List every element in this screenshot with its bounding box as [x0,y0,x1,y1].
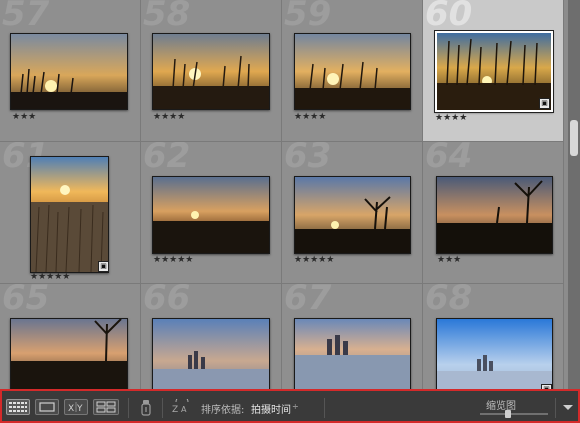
grid-cell-58[interactable]: 58 ★★★★ [141,0,282,142]
thumbnail[interactable] [294,176,411,254]
thumbnail[interactable] [10,318,128,389]
toolbar-divider [555,398,556,418]
star-rating: ★★★★★ [153,255,194,265]
thumbnail[interactable] [30,156,109,273]
thumbnail[interactable] [294,318,411,389]
loupe-view-button[interactable] [35,399,59,415]
grid-cell-61[interactable]: 61 ▣ ★★★★★ [0,142,141,284]
grid-view-icon [9,402,27,412]
painter-icon [141,400,151,416]
star-rating: ★★★★★ [294,255,335,265]
cell-number: 57 [2,0,50,34]
grid-cell-59[interactable]: 59 ★★★★ [282,0,423,142]
thumbnail[interactable] [152,33,270,110]
cell-number: 66 [143,284,191,318]
cell-number: 62 [143,142,191,176]
vertical-scrollbar[interactable] [568,0,580,389]
grid-cell-62[interactable]: 62 ★★★★★ [141,142,282,284]
toolbar-divider [128,398,129,418]
scrollbar-thumb[interactable] [570,120,578,156]
thumbnail[interactable] [436,318,553,389]
library-toolbar: X Y Z A 排序依据: 拍摄时间 ÷ 缩览图 [0,389,580,423]
cell-number: 68 [425,284,473,318]
loupe-view-icon [39,402,55,412]
grid-cell-65[interactable]: 65 [0,284,141,389]
sort-label: 排序依据: [201,405,245,416]
thumbnail[interactable] [10,33,128,110]
cell-number: 58 [143,0,191,34]
survey-view-button[interactable] [93,399,119,415]
grid-cell-67[interactable]: 67 [282,284,423,389]
edited-badge-icon: ▣ [539,98,550,109]
grid-cell-63[interactable]: 63 ★★★★★ [282,142,423,284]
thumbnail[interactable] [152,176,270,254]
svg-text:A: A [181,405,187,414]
cell-number: 67 [284,284,332,318]
painter-button[interactable] [139,399,153,416]
grid-view-button[interactable] [6,399,30,415]
survey-view-icon [96,401,116,413]
star-rating: ★★★★ [435,113,468,123]
toolbar-divider [324,398,325,418]
thumbnail[interactable] [152,318,270,389]
cell-number: 59 [284,0,332,34]
compare-view-button[interactable]: X Y [64,399,88,415]
cell-number: 65 [2,284,50,318]
cell-number: 60 [425,0,473,34]
star-rating: ★★★ [437,255,462,265]
thumbnail[interactable] [294,33,411,110]
svg-text:Z: Z [172,405,178,415]
thumbnail-size-label: 缩览图 [486,401,516,412]
grid-cell-64[interactable]: 64 ★★★ [423,142,564,284]
grid-cell-60[interactable]: 60 ▣ ★★★★ [423,0,564,142]
star-rating: ★★★★ [153,112,186,122]
svg-text:X: X [68,404,74,414]
toolbar-menu-icon [563,405,573,410]
edited-badge-icon: ▣ [98,261,109,272]
svg-text:Y: Y [76,404,83,414]
star-rating: ★★★★ [294,112,327,122]
thumbnail-size-slider[interactable] [480,410,548,418]
thumbnail[interactable] [436,176,553,254]
cell-number: 64 [425,142,473,176]
toolbar-divider [162,398,163,418]
grid-cell-57[interactable]: 57 ★★★ [0,0,141,142]
sort-direction-button[interactable]: Z A [172,399,194,415]
grid-cell-66[interactable]: 66 [141,284,282,389]
sort-value-dropdown[interactable]: 拍摄时间 [251,401,291,416]
photo-grid: 57 ★★★ 58 ★★★★ 59 ★★★★ 60 ▣ ★★★★ 61 ▣ ★★… [0,0,568,389]
thumbnail[interactable] [434,30,554,113]
toolbar-menu-button[interactable] [561,399,575,415]
cell-number: 63 [284,142,332,176]
grid-cell-68[interactable]: 68 ▣ [423,284,564,389]
compare-view-icon: X Y [68,402,83,414]
sort-chevron-icon[interactable]: ÷ [292,402,299,411]
slider-knob[interactable] [505,410,511,418]
star-rating: ★★★★★ [30,272,71,282]
star-rating: ★★★ [12,112,37,122]
sort-direction-icon: Z A [172,399,189,415]
